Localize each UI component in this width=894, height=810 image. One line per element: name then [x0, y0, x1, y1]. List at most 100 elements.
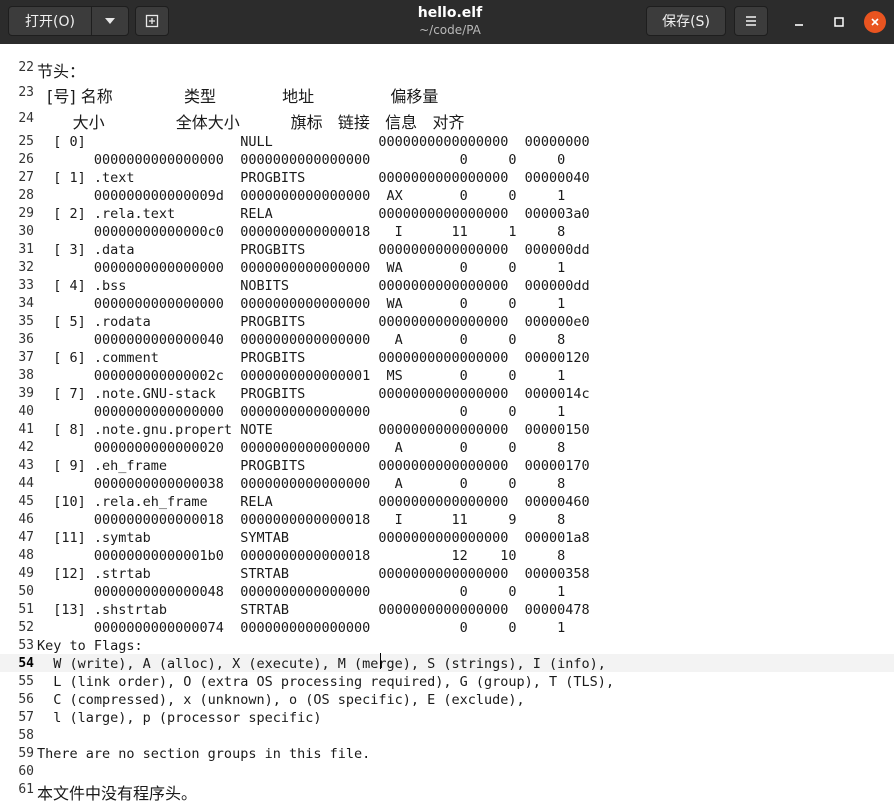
chevron-down-icon	[105, 18, 115, 24]
editor-line[interactable]: 29 [ 2] .rela.text RELA 0000000000000000…	[0, 204, 894, 222]
line-text: 00000000000001b0 0000000000000018 12 10 …	[37, 548, 566, 564]
line-number: 55	[18, 674, 34, 689]
close-button[interactable]	[864, 11, 886, 33]
editor-line[interactable]: 59 There are no section groups in this fi…	[0, 744, 894, 762]
text-cursor	[380, 653, 381, 669]
line-text: 0000000000000020 0000000000000000 A 0 0 …	[37, 440, 566, 456]
line-number: 27	[18, 170, 34, 185]
line-text: [ 8] .note.gnu.propert NOTE 000000000000…	[37, 422, 590, 438]
editor-line[interactable]: 38 000000000000002c 0000000000000001 MS …	[0, 366, 894, 384]
text-editor[interactable]: 22 节头： 23 [号] 名称 类型 地址 偏移量 24 大小 全体大小 旗标 链接…	[0, 44, 894, 810]
editor-line[interactable]: 26 0000000000000000 0000000000000000 0 0…	[0, 150, 894, 168]
editor-line[interactable]: 56 C (compressed), x (unknown), o (OS sp…	[0, 690, 894, 708]
line-number: 59	[18, 746, 34, 761]
line-text: 0000000000000040 0000000000000000 A 0 0 …	[37, 332, 566, 348]
editor-line[interactable]: 31 [ 3] .data PROGBITS 0000000000000000 …	[0, 240, 894, 258]
main-menu-button[interactable]	[734, 6, 768, 36]
line-number: 32	[18, 260, 34, 275]
save-button-label: 保存(S)	[662, 14, 710, 30]
line-text: [10] .rela.eh_frame RELA 000000000000000…	[37, 494, 590, 510]
editor-line[interactable]: 22 节头：	[0, 56, 894, 81]
line-text: 0000000000000074 0000000000000000 0 0 1	[37, 620, 566, 636]
editor-line[interactable]: 58	[0, 726, 894, 744]
editor-line[interactable]: 30 00000000000000c0 0000000000000018 I 1…	[0, 222, 894, 240]
line-number: 31	[18, 242, 34, 257]
line-number: 28	[18, 188, 34, 203]
editor-line[interactable]: 47 [11] .symtab SYMTAB 0000000000000000 …	[0, 528, 894, 546]
line-text: 000000000000009d 0000000000000000 AX 0 0…	[37, 188, 566, 204]
editor-line[interactable]: 44 0000000000000038 0000000000000000 A 0…	[0, 474, 894, 492]
editor-line[interactable]: 27 [ 1] .text PROGBITS 0000000000000000 …	[0, 168, 894, 186]
editor-line[interactable]: 37 [ 6] .comment PROGBITS 00000000000000…	[0, 348, 894, 366]
line-number: 25	[18, 134, 34, 149]
maximize-button[interactable]	[829, 12, 849, 32]
editor-line[interactable]: 57 l (large), p (processor specific)	[0, 708, 894, 726]
line-number: 40	[18, 404, 34, 419]
line-text: l (large), p (processor specific)	[37, 710, 322, 726]
line-text: 0000000000000000 0000000000000000 WA 0 0…	[37, 260, 566, 276]
line-number: 58	[18, 728, 34, 743]
line-number: 36	[18, 332, 34, 347]
open-button-label: 打开(O)	[25, 14, 75, 30]
line-number: 44	[18, 476, 34, 491]
line-text: [ 4] .bss NOBITS 0000000000000000 000000…	[37, 278, 590, 294]
document-title: hello.elf	[417, 5, 483, 21]
maximize-icon	[834, 17, 844, 27]
line-text: 00000000000000c0 0000000000000018 I 11 1…	[37, 224, 566, 240]
editor-line[interactable]: 50 0000000000000048 0000000000000000 0 0…	[0, 582, 894, 600]
line-text: [ 1] .text PROGBITS 0000000000000000 000…	[37, 170, 590, 186]
hamburger-menu-icon	[746, 16, 756, 26]
line-number: 56	[18, 692, 34, 707]
save-button[interactable]: 保存(S)	[646, 6, 726, 36]
editor-line[interactable]: 33 [ 4] .bss NOBITS 0000000000000000 000…	[0, 276, 894, 294]
line-number: 49	[18, 566, 34, 581]
line-number: 26	[18, 152, 34, 167]
editor-line[interactable]: 39 [ 7] .note.GNU-stack PROGBITS 0000000…	[0, 384, 894, 402]
line-text: [ 0] NULL 0000000000000000 00000000	[37, 134, 590, 150]
editor-line[interactable]: 32 0000000000000000 0000000000000000 WA …	[0, 258, 894, 276]
editor-line[interactable]: 40 0000000000000000 0000000000000000 0 0…	[0, 402, 894, 420]
line-text: Key to Flags:	[37, 638, 143, 654]
editor-line[interactable]: 45 [10] .rela.eh_frame RELA 000000000000…	[0, 492, 894, 510]
editor-line[interactable]: 55 L (link order), O (extra OS processin…	[0, 672, 894, 690]
editor-line[interactable]: 23 [号] 名称 类型 地址 偏移量	[0, 80, 894, 106]
line-text: 0000000000000000 0000000000000000 0 0 0	[37, 152, 566, 168]
line-text: [13] .shstrtab STRTAB 0000000000000000 0…	[37, 602, 590, 618]
new-document-button[interactable]	[135, 6, 169, 36]
editor-line[interactable]: 34 0000000000000000 0000000000000000 WA …	[0, 294, 894, 312]
minimize-button[interactable]	[789, 12, 809, 32]
line-text: 大小 全体大小 旗标 链接 信息 对齐	[37, 113, 465, 132]
line-text: [ 7] .note.GNU-stack PROGBITS 0000000000…	[37, 386, 590, 402]
editor-line[interactable]: 54 W (write), A (alloc), X (execute), M …	[0, 654, 894, 672]
editor-line[interactable]: 51 [13] .shstrtab STRTAB 000000000000000…	[0, 600, 894, 618]
line-text: W (write), A (alloc), X (execute), M (me…	[37, 656, 606, 672]
editor-line[interactable]: 36 0000000000000040 0000000000000000 A 0…	[0, 330, 894, 348]
line-text: 节头：	[37, 62, 86, 81]
editor-line[interactable]: 53 Key to Flags:	[0, 636, 894, 654]
line-number: 57	[18, 710, 34, 725]
editor-line[interactable]: 28 000000000000009d 0000000000000000 AX …	[0, 186, 894, 204]
line-number: 61	[18, 782, 34, 797]
editor-line[interactable]: 61 本文件中没有程序头。	[0, 780, 894, 803]
open-button[interactable]: 打开(O)	[8, 6, 92, 36]
open-menu-button[interactable]	[91, 6, 129, 36]
editor-line[interactable]: 35 [ 5] .rodata PROGBITS 000000000000000…	[0, 312, 894, 330]
editor-line[interactable]: 25 [ 0] NULL 0000000000000000 00000000	[0, 132, 894, 150]
line-number: 43	[18, 458, 34, 473]
editor-line[interactable]: 49 [12] .strtab STRTAB 0000000000000000 …	[0, 564, 894, 582]
editor-line[interactable]: 41 [ 8] .note.gnu.propert NOTE 000000000…	[0, 420, 894, 438]
editor-line[interactable]: 46 0000000000000018 0000000000000018 I 1…	[0, 510, 894, 528]
editor-line[interactable]: 48 00000000000001b0 0000000000000018 12 …	[0, 546, 894, 564]
close-icon	[871, 18, 879, 26]
line-text: [12] .strtab STRTAB 0000000000000000 000…	[37, 566, 590, 582]
line-number: 24	[18, 111, 34, 126]
editor-line[interactable]: 43 [ 9] .eh_frame PROGBITS 0000000000000…	[0, 456, 894, 474]
editor-line[interactable]: 52 0000000000000074 0000000000000000 0 0…	[0, 618, 894, 636]
editor-line[interactable]: 24 大小 全体大小 旗标 链接 信息 对齐	[0, 106, 894, 132]
line-text: 0000000000000038 0000000000000000 A 0 0 …	[37, 476, 566, 492]
editor-line[interactable]: 42 0000000000000020 0000000000000000 A 0…	[0, 438, 894, 456]
line-text: [ 6] .comment PROGBITS 0000000000000000 …	[37, 350, 590, 366]
line-number: 47	[18, 530, 34, 545]
line-text: [ 5] .rodata PROGBITS 0000000000000000 0…	[37, 314, 590, 330]
editor-line[interactable]: 60	[0, 762, 894, 780]
